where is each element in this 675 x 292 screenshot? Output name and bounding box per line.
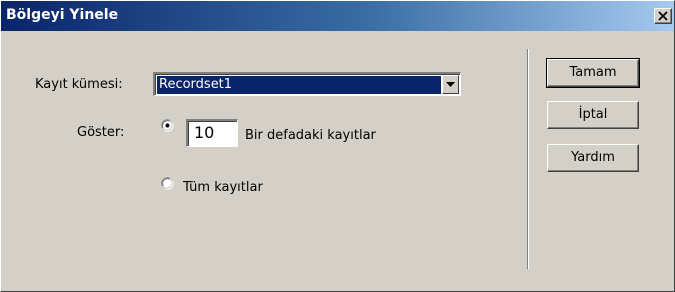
show-label: Göster: bbox=[77, 125, 125, 140]
dialog-window: Bölgeyi Yinele Kayıt kümesi: Recordset1 … bbox=[0, 0, 675, 292]
record-count-input[interactable]: 10 bbox=[186, 119, 238, 147]
ok-button[interactable]: Tamam bbox=[546, 58, 640, 88]
radio-dot bbox=[165, 123, 170, 128]
help-button[interactable]: Yardım bbox=[547, 144, 639, 172]
batch-records-radio[interactable] bbox=[161, 119, 174, 132]
title-bar[interactable]: Bölgeyi Yinele bbox=[1, 1, 674, 31]
vertical-divider-highlight bbox=[528, 49, 529, 269]
batch-records-label: Bir defadaki kayıtlar bbox=[245, 128, 376, 143]
dropdown-button[interactable] bbox=[442, 75, 459, 94]
close-icon bbox=[658, 11, 668, 21]
window-title: Bölgeyi Yinele bbox=[6, 7, 119, 23]
recordset-label: Kayıt kümesi: bbox=[35, 77, 123, 92]
close-button[interactable] bbox=[654, 8, 672, 24]
chevron-down-icon bbox=[446, 82, 455, 87]
all-records-label: Tüm kayıtlar bbox=[183, 180, 263, 195]
recordset-selected-value: Recordset1 bbox=[157, 76, 441, 94]
recordset-select[interactable]: Recordset1 bbox=[153, 72, 461, 96]
all-records-radio[interactable] bbox=[161, 177, 174, 190]
cancel-button[interactable]: İptal bbox=[547, 101, 639, 129]
